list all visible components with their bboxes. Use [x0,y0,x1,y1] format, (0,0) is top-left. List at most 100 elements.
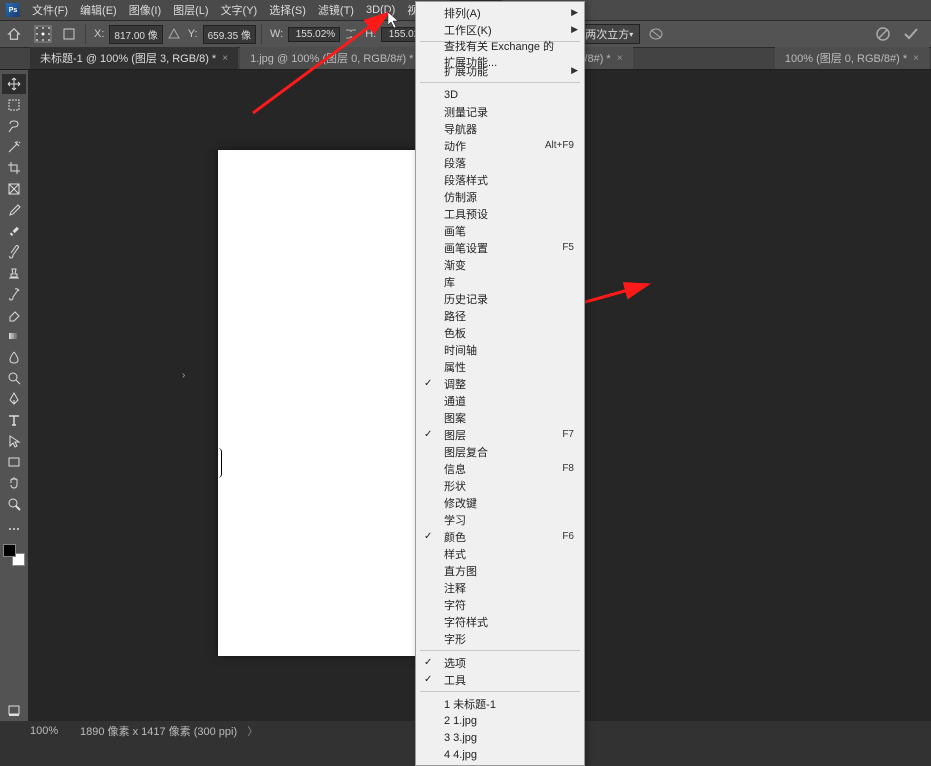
close-icon[interactable]: × [617,53,623,64]
menu-panel-23[interactable]: 形状 [416,477,584,494]
menu-panel-16[interactable]: 属性 [416,358,584,375]
menu-panel-18[interactable]: 通道 [416,392,584,409]
eyedropper-tool-icon[interactable] [2,200,26,220]
wand-tool-icon[interactable] [2,137,26,157]
menu-layer[interactable]: 图层(L) [167,0,214,20]
menu-panel-2[interactable]: 导航器 [416,120,584,137]
chevron-right-icon[interactable]: 〉 [247,723,258,739]
hand-tool-icon[interactable] [2,473,26,493]
menu-panel-25[interactable]: 学习 [416,511,584,528]
shape-tool-icon[interactable] [2,452,26,472]
foreground-color[interactable] [3,544,16,557]
menu-ext-1[interactable]: 扩展功能▶ [416,62,584,79]
menu-panel-5[interactable]: 段落样式 [416,171,584,188]
brush-tool-icon[interactable] [2,242,26,262]
menu-panel-15[interactable]: 时间轴 [416,341,584,358]
menu-panel-0[interactable]: 3D [416,86,584,103]
menu-panel-21[interactable]: 图层复合 [416,443,584,460]
menu-panel-14[interactable]: 色板 [416,324,584,341]
menu-panel-6[interactable]: 仿制源 [416,188,584,205]
heal-tool-icon[interactable] [2,221,26,241]
type-tool-icon[interactable] [2,410,26,430]
pen-tool-icon[interactable] [2,389,26,409]
x-field[interactable]: 817.00 像 [109,25,162,44]
menu-panel-30[interactable]: 字符 [416,596,584,613]
menu-edit[interactable]: 编辑(E) [74,0,123,20]
menu-panel-20[interactable]: ✓图层F7 [416,426,584,443]
color-swatch[interactable] [3,544,25,566]
menu-image[interactable]: 图像(I) [123,0,167,20]
zoom-tool-icon[interactable] [2,494,26,514]
history-brush-tool-icon[interactable] [2,284,26,304]
tab-label: 未标题-1 @ 100% (图层 3, RGB/8) * [40,50,216,66]
tab-partial[interactable]: 100% (图层 0, RGB/8#) *× [775,47,929,69]
cancel-icon[interactable] [875,26,891,42]
tab-untitled-1[interactable]: 未标题-1 @ 100% (图层 3, RGB/8) * × [30,47,238,69]
menu-panel-8[interactable]: 画笔 [416,222,584,239]
menu-win-2[interactable]: 3 3.jpg [416,729,584,746]
zoom-field[interactable]: 100% [30,725,70,737]
commit-icon[interactable] [903,26,919,42]
home-icon[interactable] [6,26,22,42]
options-icon[interactable] [648,26,664,42]
menu-opt-1[interactable]: ✓工具 [416,671,584,688]
menu-arrange-0[interactable]: 排列(A)▶ [416,4,584,21]
menu-opt-0[interactable]: ✓选项 [416,654,584,671]
menu-win-0[interactable]: 1 未标题-1 [416,695,584,712]
menu-win-3[interactable]: 4 4.jpg [416,746,584,763]
lasso-tool-icon[interactable] [2,116,26,136]
menu-panel-31[interactable]: 字符样式 [416,613,584,630]
close-icon[interactable]: × [222,53,228,64]
frame-tool-icon[interactable] [2,179,26,199]
menu-win-1[interactable]: 2 1.jpg [416,712,584,729]
menu-item-label: 学习 [444,512,466,528]
menu-panel-11[interactable]: 库 [416,273,584,290]
menu-panel-3[interactable]: 动作Alt+F9 [416,137,584,154]
crop-tool-icon[interactable] [2,158,26,178]
shortcut-label: F7 [562,429,574,440]
menu-panel-7[interactable]: 工具预设 [416,205,584,222]
menu-item-label: 信息 [444,461,466,477]
menu-item-label: 1 未标题-1 [444,696,496,712]
gradient-tool-icon[interactable] [2,326,26,346]
menu-panel-9[interactable]: 画笔设置F5 [416,239,584,256]
menu-panel-32[interactable]: 字形 [416,630,584,647]
close-icon[interactable]: × [913,53,919,64]
menu-panel-1[interactable]: 测量记录 [416,103,584,120]
stamp-tool-icon[interactable] [2,263,26,283]
menu-panel-28[interactable]: 直方图 [416,562,584,579]
menu-panel-17[interactable]: ✓调整 [416,375,584,392]
menu-ext-0[interactable]: 查找有关 Exchange 的扩展功能... [416,45,584,62]
menu-panel-24[interactable]: 修改键 [416,494,584,511]
check-icon: ✓ [424,378,432,389]
menu-panel-27[interactable]: 样式 [416,545,584,562]
menu-item-label: 路径 [444,308,466,324]
blur-tool-icon[interactable] [2,347,26,367]
menu-panel-29[interactable]: 注释 [416,579,584,596]
path-select-tool-icon[interactable] [2,431,26,451]
menu-panel-10[interactable]: 渐变 [416,256,584,273]
anchor-widget-icon[interactable] [30,25,56,43]
menu-panel-4[interactable]: 段落 [416,154,584,171]
menu-item-label: 样式 [444,546,466,562]
menu-panel-12[interactable]: 历史记录 [416,290,584,307]
menu-item-label: 工具 [444,672,466,688]
menu-divider [420,691,580,692]
menu-file[interactable]: 文件(F) [26,0,74,20]
menu-panel-26[interactable]: ✓颜色F6 [416,528,584,545]
eraser-tool-icon[interactable] [2,305,26,325]
menu-item-label: 测量记录 [444,104,488,120]
interp-dropdown[interactable]: 两次立方▾ [578,24,640,44]
menu-panel-13[interactable]: 路径 [416,307,584,324]
screen-mode-icon[interactable] [2,701,26,721]
menu-item-label: 渐变 [444,257,466,273]
move-tool-icon[interactable] [2,74,26,94]
submenu-arrow-icon: ▶ [571,7,578,18]
menu-panel-22[interactable]: 信息F8 [416,460,584,477]
relative-icon[interactable] [58,27,80,41]
dodge-tool-icon[interactable] [2,368,26,388]
menu-arrange-1[interactable]: 工作区(K)▶ [416,21,584,38]
menu-panel-19[interactable]: 图案 [416,409,584,426]
more-tools-icon[interactable] [2,519,26,539]
marquee-tool-icon[interactable] [2,95,26,115]
